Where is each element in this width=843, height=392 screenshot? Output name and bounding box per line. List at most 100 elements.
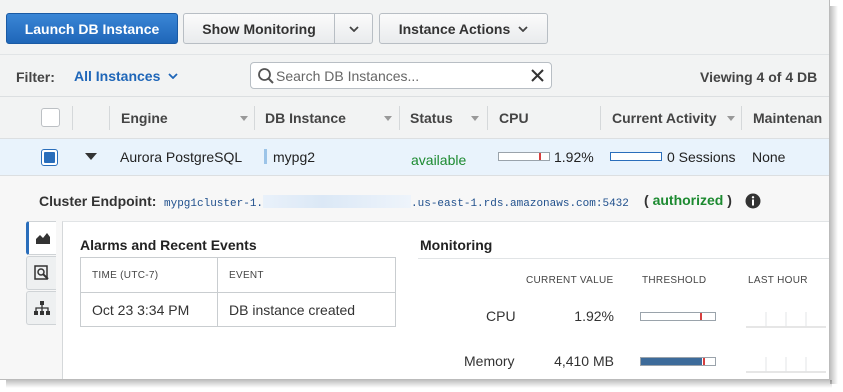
sparkline-cpu[interactable]	[746, 304, 826, 328]
instance-actions-button[interactable]: Instance Actions	[379, 13, 548, 44]
monitoring-title: Monitoring	[420, 237, 493, 253]
column-header-label: CPU	[499, 110, 529, 126]
table-row[interactable]: Aurora PostgreSQL mypg2 available 1.92% …	[0, 139, 829, 176]
show-monitoring-button[interactable]: Show Monitoring	[183, 13, 335, 44]
column-divider	[399, 106, 400, 130]
close-icon[interactable]	[530, 68, 545, 83]
instance-marker	[264, 149, 267, 164]
column-header-label: DB Instance	[265, 110, 346, 126]
sort-caret-icon[interactable]	[471, 116, 479, 121]
rds-console: Launch DB Instance Show Monitoring Insta…	[0, 0, 830, 380]
authorized-label: authorized	[652, 192, 724, 208]
maintenance-cell: None	[752, 149, 786, 165]
monitoring-header-last-hour: LAST HOUR	[748, 275, 808, 286]
search-box	[250, 62, 552, 89]
row-checkbox[interactable]	[41, 149, 58, 166]
magnify-document-icon	[33, 265, 49, 280]
column-header-current-activity[interactable]: Current Activity	[612, 97, 717, 139]
filter-label: Filter:	[16, 69, 55, 85]
viewing-count: Viewing 4 of 4 DB	[700, 69, 818, 85]
column-divider	[741, 106, 742, 130]
column-header-maintenance[interactable]: Maintenan	[753, 97, 822, 139]
threshold-marker	[700, 313, 703, 320]
events-header: TIME (UTC-7) EVENT	[81, 258, 395, 293]
filter-bar: Filter: All Instances Viewing 4 of 4 DB	[0, 55, 829, 97]
sort-caret-icon[interactable]	[727, 116, 735, 121]
metric-value-cpu: 1.92%	[574, 308, 614, 324]
endpoint-suffix: .us-east-1.rds.amazonaws.com:5432	[411, 198, 629, 210]
monitoring-header-current-value: CURRENT VALUE	[526, 275, 614, 286]
column-header-label: Status	[410, 110, 453, 126]
threshold-bar-memory	[640, 357, 716, 366]
column-header-label: Engine	[121, 110, 168, 126]
metric-name-memory: Memory	[464, 353, 515, 369]
chevron-down-icon	[168, 73, 179, 79]
events-table: TIME (UTC-7) EVENT Oct 23 3:34 PM DB ins…	[80, 257, 396, 327]
sort-caret-icon[interactable]	[384, 116, 392, 121]
filter-dropdown[interactable]: All Instances	[74, 68, 179, 84]
cpu-cell: 1.92%	[554, 149, 594, 165]
column-header-status[interactable]: Status	[410, 97, 453, 139]
chevron-down-icon	[348, 25, 359, 32]
event-row: Oct 23 3:34 PM DB instance created	[81, 293, 395, 326]
monitoring-divider	[418, 258, 829, 259]
launch-db-instance-button[interactable]: Launch DB Instance	[6, 13, 178, 44]
area-chart-icon	[35, 233, 50, 244]
auth-close: )	[727, 192, 732, 208]
table-header: Engine DB Instance Status CPU Current Ac…	[0, 97, 829, 139]
tab-monitoring[interactable]	[26, 221, 56, 255]
search-input[interactable]	[276, 65, 526, 86]
cpu-usage-bar	[498, 152, 550, 161]
status-cell: available	[411, 152, 467, 168]
column-divider	[487, 106, 488, 130]
column-header-db-instance[interactable]: DB Instance	[265, 97, 346, 139]
db-instance-cell[interactable]: mypg2	[273, 149, 315, 165]
show-monitoring-dropdown-button[interactable]	[334, 13, 373, 44]
threshold-bar-cpu	[640, 312, 716, 321]
events-header-event: EVENT	[229, 269, 264, 281]
hierarchy-icon	[33, 301, 50, 315]
sort-caret-icon[interactable]	[240, 116, 248, 121]
window-shadow-right	[830, 6, 838, 384]
threshold-marker	[703, 358, 706, 365]
window-shadow-bottom	[6, 380, 832, 388]
tab-topology[interactable]	[26, 291, 56, 325]
column-divider	[600, 106, 601, 130]
event-time: Oct 23 3:34 PM	[81, 293, 218, 326]
filter-selected-value: All Instances	[74, 68, 161, 84]
column-header-label: Current Activity	[612, 110, 717, 126]
instance-details: Cluster Endpoint: mypg1cluster-1. .us-eas…	[0, 176, 829, 379]
column-header-cpu[interactable]: CPU	[499, 97, 529, 139]
show-monitoring-label: Show Monitoring	[202, 20, 316, 37]
sparkline-memory[interactable]	[746, 349, 826, 373]
endpoint-prefix: mypg1cluster-1.	[164, 198, 264, 210]
cluster-endpoint-label: Cluster Endpoint:	[39, 193, 157, 209]
cluster-endpoint-value[interactable]: mypg1cluster-1. .us-east-1.rds.amazonaws.…	[164, 195, 629, 210]
engine-cell: Aurora PostgreSQL	[120, 149, 243, 165]
column-divider	[72, 106, 73, 130]
event-description: DB instance created	[229, 301, 356, 318]
search-icon	[258, 68, 274, 84]
redacted-region	[263, 195, 412, 208]
authorization-status: ( authorized )	[644, 192, 732, 208]
launch-db-instance-label: Launch DB Instance	[24, 20, 160, 37]
instance-actions-label: Instance Actions	[398, 20, 511, 37]
events-header-time: TIME (UTC-7)	[81, 258, 218, 292]
monitoring-header-threshold: THRESHOLD	[642, 275, 707, 286]
metric-value-memory: 4,410 MB	[554, 353, 614, 369]
metric-name-cpu: CPU	[486, 308, 516, 324]
cpu-threshold-marker	[539, 153, 541, 160]
column-divider	[254, 106, 255, 130]
activity-bar	[610, 152, 662, 161]
select-all-checkbox[interactable]	[41, 108, 60, 127]
column-divider	[109, 106, 110, 130]
alarms-title: Alarms and Recent Events	[80, 237, 257, 253]
column-header-label: Maintenan	[753, 110, 823, 126]
detail-side-tabs	[26, 221, 62, 326]
tab-details[interactable]	[26, 256, 56, 290]
monitoring-panel: Alarms and Recent Events TIME (UTC-7) EV…	[62, 221, 829, 379]
expand-caret-icon[interactable]	[85, 153, 97, 160]
info-icon[interactable]	[745, 193, 761, 209]
auth-open: (	[644, 192, 649, 208]
column-header-engine[interactable]: Engine	[121, 97, 168, 139]
